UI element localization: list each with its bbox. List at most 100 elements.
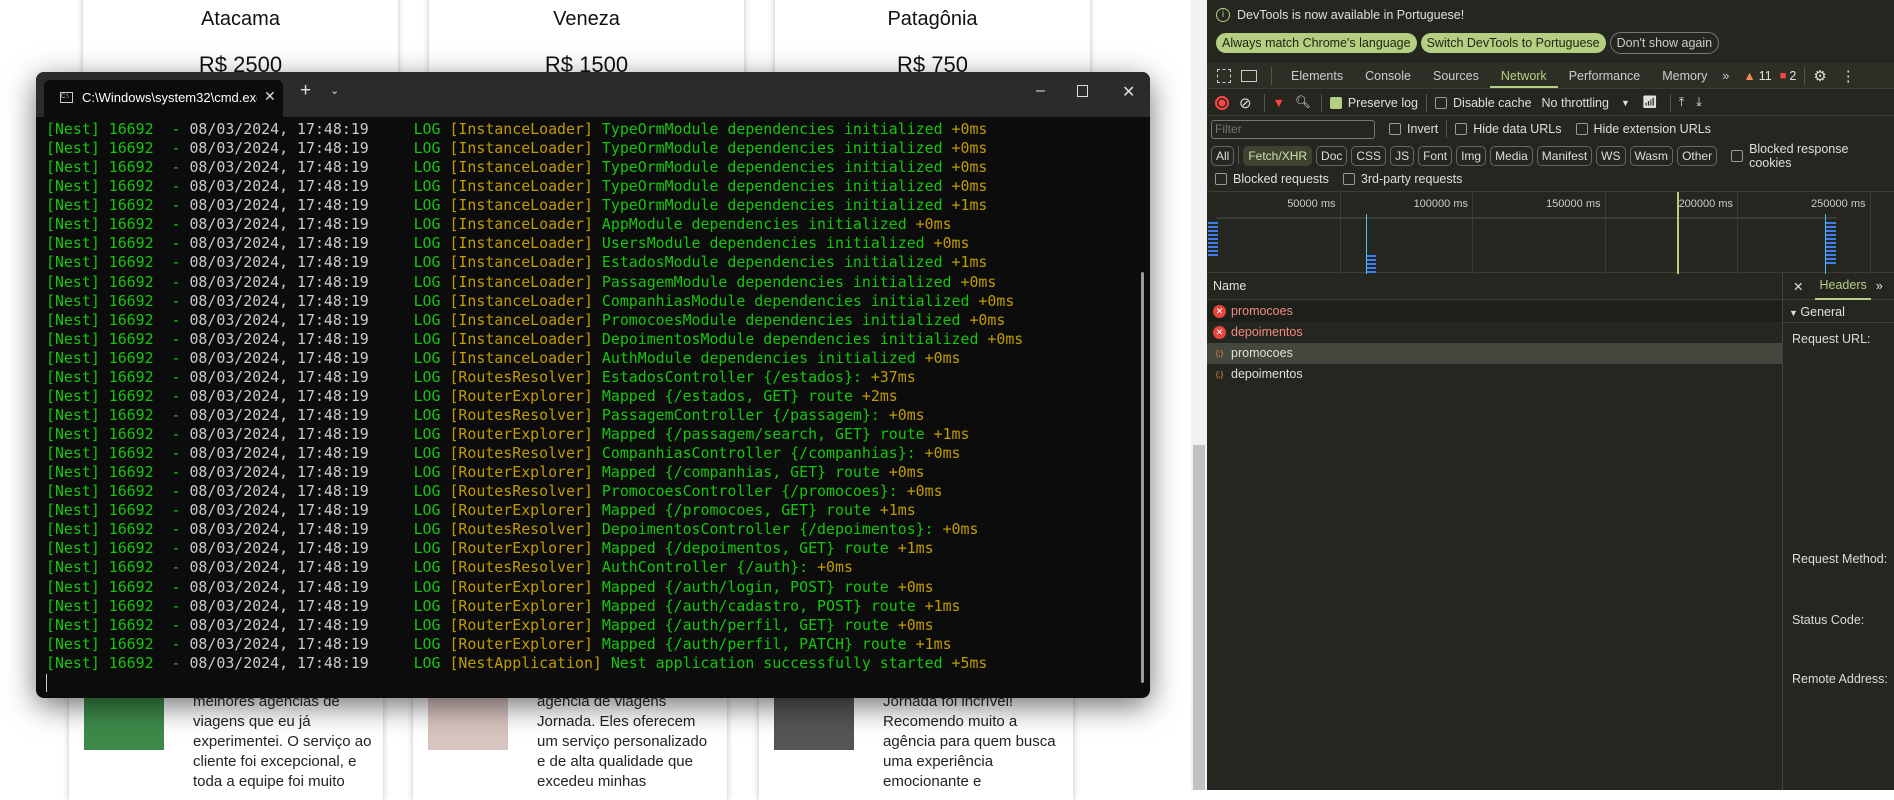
filter-type-doc[interactable]: Doc [1316, 146, 1348, 166]
new-tab-button[interactable]: + [300, 80, 311, 102]
filter-type-img[interactable]: Img [1456, 146, 1487, 166]
filter-type-media[interactable]: Media [1490, 146, 1533, 166]
log-timestamp: 08/03/2024, 17:48:19 [189, 367, 369, 386]
close-tab-icon[interactable]: ✕ [264, 88, 276, 105]
close-window-button[interactable]: ✕ [1122, 82, 1135, 102]
tab-performance[interactable]: Performance [1558, 64, 1652, 88]
filter-type-css[interactable]: CSS [1351, 146, 1387, 166]
clear-icon[interactable]: ⊘ [1239, 94, 1252, 112]
filter-type-js[interactable]: JS [1390, 146, 1415, 166]
log-prefix: [Nest] 16692 - [46, 634, 190, 653]
hide-data-urls-checkbox[interactable] [1455, 123, 1468, 135]
tab-elements[interactable]: Elements [1280, 64, 1354, 88]
network-timeline-overview[interactable]: 50000 ms 100000 ms 150000 ms 200000 ms 25000… [1207, 191, 1894, 274]
more-tabs-icon[interactable]: » [1722, 69, 1729, 83]
disable-cache-checkbox[interactable] [1435, 96, 1448, 109]
log-level: LOG [413, 386, 441, 405]
close-details-icon[interactable]: ✕ [1793, 279, 1803, 294]
warning-icon[interactable]: ▲ [1743, 69, 1755, 83]
log-context: [RouterExplorer] [449, 386, 593, 405]
throttling-select[interactable]: No throttling [1542, 96, 1609, 110]
maximize-button[interactable] [1077, 85, 1088, 97]
dont-show-again-button[interactable]: Don't show again [1609, 32, 1720, 54]
blocked-response-cookies-checkbox[interactable] [1731, 150, 1744, 162]
log-timestamp: 08/03/2024, 17:48:19 [189, 501, 369, 520]
log-message: TypeOrmModule dependencies initialized [601, 120, 943, 138]
filter-type-all[interactable]: All [1211, 146, 1235, 166]
more-options-icon[interactable]: ⋮ [1841, 67, 1856, 85]
import-har-icon[interactable]: ⤒ [1679, 95, 1685, 110]
name-column-header[interactable]: Name [1207, 273, 1782, 300]
record-stop-icon[interactable] [1215, 95, 1229, 110]
log-level: LOG [413, 558, 441, 577]
filter-type-fetchxhr[interactable]: Fetch/XHR [1243, 146, 1313, 166]
device-toolbar-icon[interactable] [1241, 69, 1257, 82]
more-tabs-icon[interactable]: » [1876, 279, 1883, 293]
warning-count[interactable]: 11 [1759, 69, 1772, 83]
log-prefix: [Nest] 16692 - [46, 348, 190, 367]
error-count[interactable]: 2 [1789, 69, 1796, 83]
filter-type-ws[interactable]: WS [1596, 146, 1626, 166]
log-timestamp: 08/03/2024, 17:48:19 [189, 615, 369, 634]
invert-checkbox[interactable] [1389, 123, 1401, 135]
log-message: AuthModule dependencies initialized [601, 348, 916, 367]
error-icon: ✕ [1213, 305, 1226, 318]
request-row[interactable]: ✕ promocoes [1207, 301, 1782, 322]
hide-extension-urls-checkbox[interactable] [1575, 123, 1588, 135]
log-duration: +1ms [897, 539, 934, 558]
log-line: [Nest] 16692 - 08/03/2024, 17:48:19 LOG … [46, 273, 1023, 292]
tab-headers[interactable]: Headers [1815, 273, 1871, 300]
terminal-window[interactable]: C:\ C:\Windows\system32\cmd.exe ✕ + ⌄ – … [36, 72, 1150, 698]
log-duration: +2ms [861, 386, 898, 405]
request-name: promocoes [1231, 304, 1293, 318]
always-match-language-button[interactable]: Always match Chrome's language [1216, 33, 1417, 53]
chevron-down-icon[interactable]: ▼ [1621, 98, 1630, 108]
error-icon[interactable]: ■ [1780, 70, 1787, 82]
page-scrollbar[interactable] [1191, 0, 1207, 790]
request-row[interactable]: ✕ depoimentos [1207, 322, 1782, 343]
testimonial-line: Recomendo muito a [883, 713, 1018, 730]
general-section-toggle[interactable]: ▼ General [1783, 301, 1894, 323]
tab-memory[interactable]: Memory [1651, 64, 1718, 88]
filter-type-manifest[interactable]: Manifest [1536, 146, 1593, 166]
request-method-label: Request Method: [1792, 552, 1888, 566]
remote-address-label: Remote Address: [1792, 672, 1888, 686]
inspect-element-icon[interactable] [1217, 68, 1231, 83]
request-row[interactable]: {;} depoimentos [1207, 364, 1782, 385]
log-level: LOG [413, 139, 441, 158]
log-level: LOG [413, 634, 441, 653]
tab-console[interactable]: Console [1354, 64, 1422, 88]
third-party-requests-checkbox[interactable] [1342, 173, 1355, 185]
terminal-scrollbar[interactable] [1141, 272, 1144, 683]
export-har-icon[interactable]: ⤓ [1696, 95, 1702, 110]
preserve-log-checkbox[interactable] [1329, 96, 1342, 109]
filter-funnel-icon[interactable]: ▼ [1273, 96, 1285, 110]
log-level: LOG [413, 120, 441, 138]
filter-type-wasm[interactable]: Wasm [1629, 146, 1674, 166]
tab-dropdown-chevron-icon[interactable]: ⌄ [330, 84, 339, 97]
testimonial-line: toda a equipe foi muito [193, 773, 345, 790]
status-code-label: Status Code: [1792, 613, 1865, 627]
tab-network[interactable]: Network [1489, 64, 1558, 88]
log-duration: +0ms [897, 577, 934, 596]
terminal-tab[interactable]: C:\ C:\Windows\system32\cmd.exe ✕ [44, 80, 283, 117]
testimonial-line: cliente foi excepcional, e [193, 753, 357, 770]
log-message: EstadosController {/estados}: [601, 367, 862, 386]
filter-type-other[interactable]: Other [1677, 146, 1718, 166]
log-duration: +0ms [817, 558, 853, 577]
filter-type-font[interactable]: Font [1418, 146, 1453, 166]
log-duration: +1ms [879, 501, 916, 520]
network-conditions-icon[interactable]: 📶︎ [1642, 95, 1658, 110]
log-context: [RoutesResolver] [449, 367, 593, 386]
log-timestamp: 08/03/2024, 17:48:19 [189, 329, 369, 348]
filter-input[interactable] [1211, 119, 1375, 139]
blocked-requests-checkbox[interactable] [1215, 173, 1227, 185]
request-row[interactable]: {;} promocoes [1207, 343, 1782, 364]
switch-to-portuguese-button[interactable]: Switch DevTools to Portuguese [1420, 33, 1606, 53]
settings-gear-icon[interactable]: ⚙ [1813, 67, 1826, 85]
search-icon[interactable]: 🔍︎ [1295, 95, 1311, 110]
minimize-button[interactable]: – [1036, 82, 1045, 100]
page-scrollbar-thumb[interactable] [1193, 445, 1205, 790]
tab-sources[interactable]: Sources [1422, 64, 1490, 88]
log-context: [RouterExplorer] [449, 596, 593, 615]
